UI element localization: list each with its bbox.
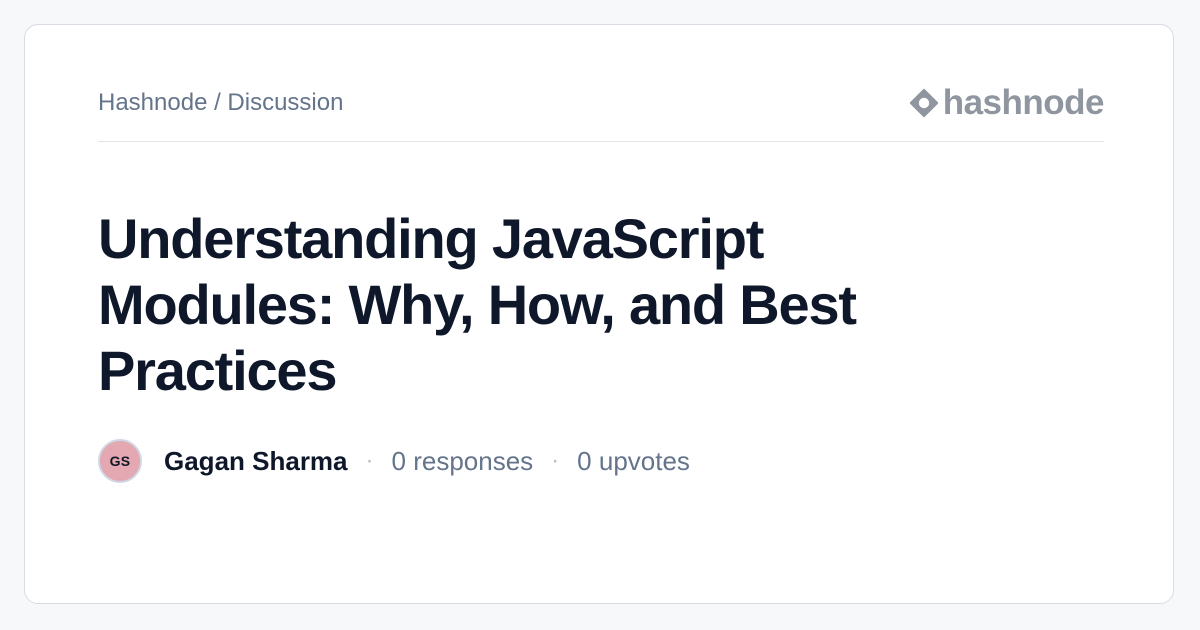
breadcrumb: Hashnode / Discussion [98,89,344,116]
author-initials: GS [109,453,131,469]
responses-count: 0 responses [391,446,534,476]
logo-wordmark: hashnode [942,83,1105,122]
hashnode-logo: hashnode [909,83,1105,122]
author-name: Gagan Sharma [164,446,348,476]
upvotes-count: 0 upvotes [577,446,690,476]
og-card: Hashnode / Discussion hashnode Understan… [24,24,1174,604]
meta-separator: · [365,447,374,474]
meta-separator: · [551,447,560,474]
card-header: Hashnode / Discussion hashnode [98,80,1105,142]
author-avatar: GS [98,439,142,483]
hashnode-logo-icon [909,88,938,118]
post-title: Understanding JavaScript Modules: Why, H… [98,207,857,402]
post-meta: GS Gagan Sharma · 0 responses · 0 upvote… [98,437,690,485]
